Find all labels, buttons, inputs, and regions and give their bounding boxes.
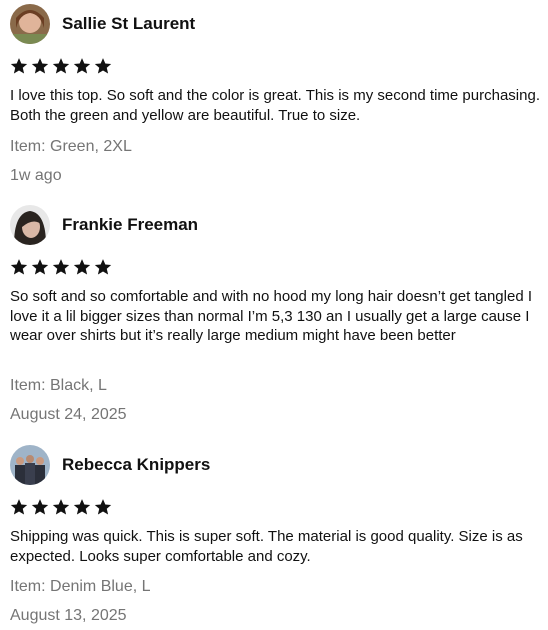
review-date: August 13, 2025: [10, 607, 127, 624]
review-date: 1w ago: [10, 167, 62, 184]
star-icon: [73, 259, 91, 275]
review-item-variant: Item: Denim Blue, L: [10, 578, 151, 595]
star-icon: [31, 58, 49, 74]
star-icon: [10, 499, 28, 515]
star-icon: [52, 499, 70, 515]
review-text: So soft and so comfortable and with no h…: [10, 288, 532, 344]
star-icon: [94, 58, 112, 74]
star-icon: [52, 259, 70, 275]
review-header: Frankie Freeman: [10, 205, 198, 245]
star-icon: [94, 499, 112, 515]
star-icon: [10, 259, 28, 275]
review-item-variant: Item: Green, 2XL: [10, 138, 132, 155]
reviewer-name[interactable]: Sallie St Laurent: [62, 14, 195, 34]
star-icon: [31, 259, 49, 275]
review-item-variant: Item: Black, L: [10, 377, 107, 394]
star-icon: [10, 58, 28, 74]
review-text: I love this top. So soft and the color i…: [10, 87, 540, 124]
review-date: August 24, 2025: [10, 406, 127, 423]
star-icon: [31, 499, 49, 515]
user-photo-icon: [10, 4, 50, 44]
star-icon: [52, 58, 70, 74]
user-photo-icon: [10, 205, 50, 245]
group-photo-icon: [10, 445, 50, 485]
star-icon: [94, 259, 112, 275]
star-rating: [10, 57, 112, 75]
reviewer-name[interactable]: Frankie Freeman: [62, 215, 198, 235]
review-header: Rebecca Knippers: [10, 445, 210, 485]
review-text: Shipping was quick. This is super soft. …: [10, 528, 523, 565]
star-icon: [73, 58, 91, 74]
avatar[interactable]: [10, 4, 50, 44]
avatar[interactable]: [10, 445, 50, 485]
star-rating: [10, 258, 112, 276]
review-header: Sallie St Laurent: [10, 4, 195, 44]
star-icon: [73, 499, 91, 515]
star-rating: [10, 498, 112, 516]
reviewer-name[interactable]: Rebecca Knippers: [62, 455, 210, 475]
avatar[interactable]: [10, 205, 50, 245]
